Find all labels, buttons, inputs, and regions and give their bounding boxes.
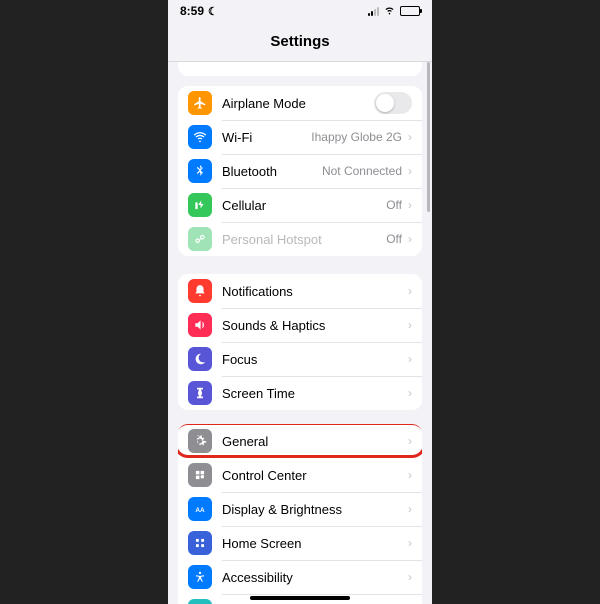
general-icon [188, 429, 212, 453]
label: Cellular [222, 198, 386, 213]
wallpaper-icon [188, 599, 212, 604]
detail: Off [386, 232, 402, 246]
accessibility-icon [188, 565, 212, 589]
chevron-right-icon: › [408, 130, 412, 144]
settings-group-attention: Notifications › Sounds & Haptics › Focus… [178, 274, 422, 410]
label: Airplane Mode [222, 96, 374, 111]
settings-group-system: General › Control Center › AA Display & … [178, 424, 422, 604]
settings-group-connectivity: Airplane Mode Wi-Fi Ihappy Globe 2G › Bl… [178, 86, 422, 256]
chevron-right-icon: › [408, 284, 412, 298]
chevron-right-icon: › [408, 232, 412, 246]
chevron-right-icon: › [408, 434, 412, 448]
detail: Off [386, 198, 402, 212]
label: Home Screen [222, 536, 408, 551]
control-center-icon [188, 463, 212, 487]
chevron-right-icon: › [408, 386, 412, 400]
label: Sounds & Haptics [222, 318, 408, 333]
focus-moon-icon: ☾ [208, 5, 218, 18]
cellular-signal-icon [368, 6, 379, 16]
home-indicator[interactable] [250, 596, 350, 600]
svg-text:AA: AA [195, 507, 205, 514]
row-display-brightness[interactable]: AA Display & Brightness › [178, 492, 422, 526]
row-bluetooth[interactable]: Bluetooth Not Connected › [178, 154, 422, 188]
label: Screen Time [222, 386, 408, 401]
chevron-right-icon: › [408, 352, 412, 366]
detail: Not Connected [322, 164, 402, 178]
navbar: Settings [168, 22, 432, 62]
scrollbar[interactable] [427, 62, 430, 212]
page-title: Settings [270, 33, 329, 50]
chevron-right-icon: › [408, 502, 412, 516]
wifi-icon [188, 125, 212, 149]
status-bar: 8:59 ☾ [168, 0, 432, 22]
label: Notifications [222, 284, 408, 299]
row-accessibility[interactable]: Accessibility › [178, 560, 422, 594]
status-time: 8:59 [180, 4, 204, 18]
row-notifications[interactable]: Notifications › [178, 274, 422, 308]
row-personal-hotspot[interactable]: Personal Hotspot Off › [178, 222, 422, 256]
label: Focus [222, 352, 408, 367]
sounds-icon [188, 313, 212, 337]
label: Wi-Fi [222, 130, 311, 145]
profile-section-bottom[interactable] [178, 62, 422, 76]
label: Display & Brightness [222, 502, 408, 517]
chevron-right-icon: › [408, 318, 412, 332]
row-wifi[interactable]: Wi-Fi Ihappy Globe 2G › [178, 120, 422, 154]
detail: Ihappy Globe 2G [311, 130, 402, 144]
wifi-status-icon [383, 3, 396, 19]
row-airplane-mode[interactable]: Airplane Mode [178, 86, 422, 120]
bluetooth-icon [188, 159, 212, 183]
row-home-screen[interactable]: Home Screen › [178, 526, 422, 560]
label: Bluetooth [222, 164, 322, 179]
focus-icon [188, 347, 212, 371]
row-control-center[interactable]: Control Center › [178, 458, 422, 492]
hotspot-icon [188, 227, 212, 251]
screentime-icon [188, 381, 212, 405]
battery-icon [400, 6, 420, 16]
label: Personal Hotspot [222, 232, 386, 247]
row-screen-time[interactable]: Screen Time › [178, 376, 422, 410]
label: General [222, 434, 408, 449]
cellular-icon [188, 193, 212, 217]
label: Control Center [222, 468, 408, 483]
label: Accessibility [222, 570, 408, 585]
row-focus[interactable]: Focus › [178, 342, 422, 376]
chevron-right-icon: › [408, 198, 412, 212]
airplane-switch[interactable] [374, 92, 412, 114]
chevron-right-icon: › [408, 468, 412, 482]
phone-frame: 8:59 ☾ Settings Airplane Mode [168, 0, 432, 604]
chevron-right-icon: › [408, 536, 412, 550]
airplane-icon [188, 91, 212, 115]
row-general[interactable]: General › [178, 424, 422, 458]
display-icon: AA [188, 497, 212, 521]
settings-scroll[interactable]: Airplane Mode Wi-Fi Ihappy Globe 2G › Bl… [168, 62, 432, 604]
home-screen-icon [188, 531, 212, 555]
chevron-right-icon: › [408, 164, 412, 178]
chevron-right-icon: › [408, 570, 412, 584]
notifications-icon [188, 279, 212, 303]
row-sounds-haptics[interactable]: Sounds & Haptics › [178, 308, 422, 342]
row-cellular[interactable]: Cellular Off › [178, 188, 422, 222]
